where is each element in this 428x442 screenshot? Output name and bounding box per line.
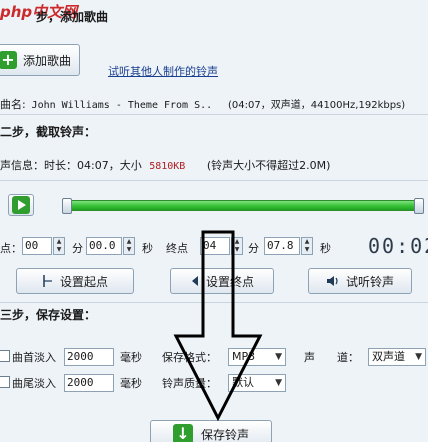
step1-title: 步，添加歌曲 [36, 10, 109, 24]
song-info-row: 曲名: John Williams - Theme From S.. (04:0… [0, 96, 405, 112]
start-handle[interactable] [62, 198, 72, 214]
preview-ringtone-button[interactable]: 试听铃声 [308, 268, 412, 294]
channel-value: 双声道 [372, 350, 405, 363]
step3-title: 三步，保存设置： [0, 308, 97, 322]
end-sec-stepper[interactable]: ▲ ▼ [301, 237, 313, 255]
fade-out-label: 曲尾淡入 [12, 377, 56, 390]
fade-out-unit: 毫秒 [120, 377, 142, 390]
play-button[interactable] [8, 194, 34, 216]
set-start-label: 设置起点 [59, 274, 108, 289]
plus-icon: + [0, 51, 17, 69]
save-icon: ↓ [172, 424, 193, 442]
try-others-link[interactable]: 试听其他人制作的铃声 [108, 63, 218, 79]
play-icon [12, 196, 30, 214]
start-label: 点： [0, 242, 22, 255]
fade-out-input[interactable]: 2000 [64, 374, 114, 392]
divider [0, 114, 428, 115]
sound-info-label: 声信息：时长：04:07，大小 [0, 159, 142, 172]
start-sec-stepper[interactable]: ▲ ▼ [123, 237, 135, 255]
song-details: (04:07，双声道，44100Hz,192kbps) [228, 100, 406, 111]
size-value: 5810KB [149, 161, 186, 172]
speaker-icon [326, 276, 338, 286]
save-label: 保存铃声 [200, 427, 249, 442]
chevron-down-icon: ▼ [415, 352, 422, 362]
end-sec-input[interactable]: 07.8 [264, 237, 300, 255]
start-sec-unit: 秒 [142, 242, 153, 255]
song-name-value: John Williams - Theme From S.. [31, 100, 213, 111]
divider [0, 180, 428, 181]
channel-select[interactable]: 双声道 ▼ [368, 348, 426, 366]
chevron-down-icon: ▼ [275, 378, 282, 388]
fade-in-label: 曲首淡入 [12, 351, 56, 364]
fade-in-input[interactable]: 2000 [64, 348, 114, 366]
set-start-button[interactable]: 设置起点 [16, 268, 134, 294]
end-handle[interactable] [414, 198, 424, 214]
chevron-down-icon: ▼ [275, 352, 282, 362]
preview-label: 试听铃声 [345, 274, 394, 289]
sound-info-row: 声信息：时长：04:07，大小 5810KB (铃声大小不得超过2.0M) [0, 157, 330, 173]
start-min-stepper[interactable]: ▲ ▼ [53, 237, 65, 255]
fade-in-checkbox[interactable] [0, 350, 10, 362]
step2-title: 二步，截取铃声： [0, 125, 97, 139]
start-sec-input[interactable]: 00.0 [86, 237, 122, 255]
add-song-label: 添加歌曲 [23, 53, 72, 68]
song-name-label: 曲名: [0, 98, 26, 111]
start-min-unit: 分 [72, 242, 83, 255]
slider-track [66, 200, 420, 211]
end-sec-unit: 秒 [320, 242, 331, 255]
time-display: 00:02 [368, 234, 428, 258]
add-song-button[interactable]: + 添加歌曲 [0, 44, 80, 76]
annotation-arrow [173, 230, 263, 422]
start-min-input[interactable]: 00 [22, 237, 52, 255]
channel-label: 声 道： [304, 351, 359, 364]
size-hint: (铃声大小不得超过2.0M) [206, 159, 331, 172]
fade-out-checkbox[interactable] [0, 376, 10, 388]
range-slider[interactable] [62, 196, 426, 218]
fade-in-unit: 毫秒 [120, 351, 142, 364]
marker-start-icon [43, 275, 52, 287]
